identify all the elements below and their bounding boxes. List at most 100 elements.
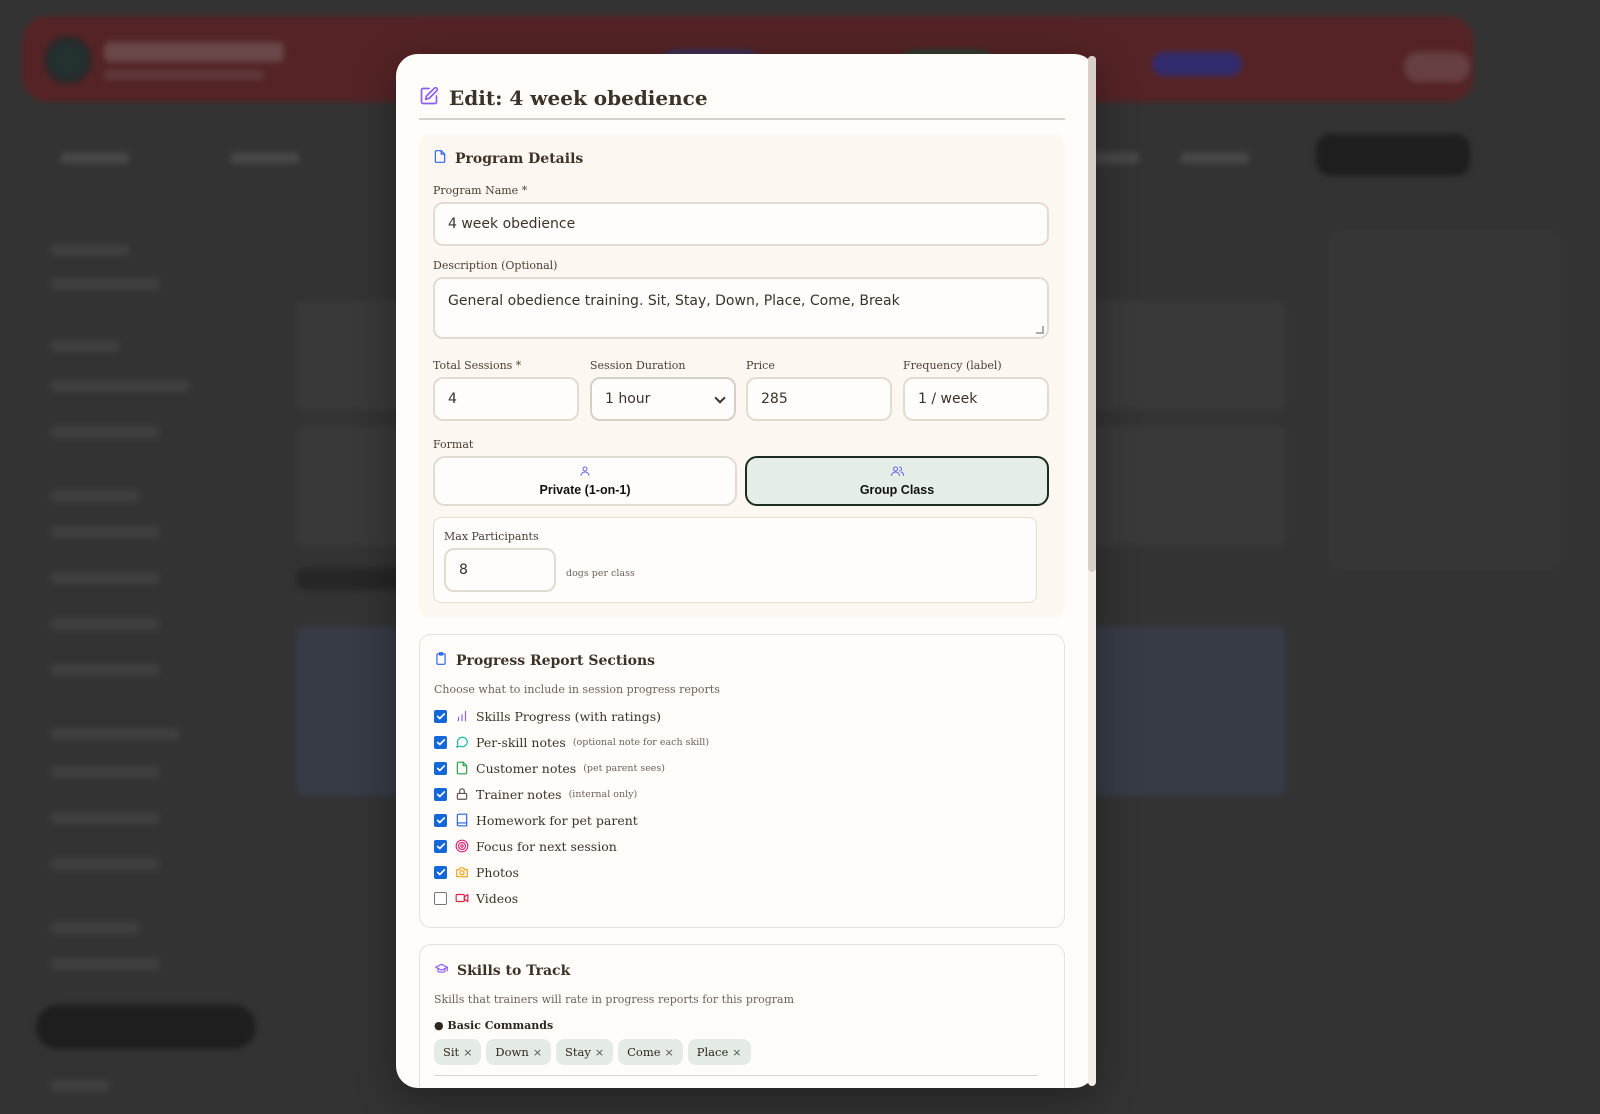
target-icon [455, 839, 469, 853]
skill-chip: Down × [486, 1039, 552, 1065]
program-details-header: Program Details [433, 149, 583, 168]
report-option-row[interactable]: Customer notes (pet parent sees) [434, 759, 665, 777]
program-name-input[interactable]: 4 week obedience [433, 202, 1049, 246]
section-title: Progress Report Sections [456, 652, 656, 669]
format-group-label: Group Class [859, 483, 935, 497]
price-label: Price [746, 359, 775, 372]
report-option-label: Focus for next session [476, 838, 617, 854]
camera-icon [455, 865, 469, 879]
report-option-label: Videos [476, 890, 519, 906]
skill-category-basic-commands: ● Basic Commands [434, 1019, 554, 1032]
checkbox[interactable] [434, 813, 447, 827]
report-option-row[interactable]: Homework for pet parent [434, 811, 638, 829]
section-title: Program Details [455, 150, 584, 167]
book-icon [455, 813, 469, 827]
checkbox[interactable] [434, 891, 447, 905]
report-option-row[interactable]: Skills Progress (with ratings) [434, 707, 661, 725]
title-divider [419, 118, 1065, 120]
skills-description: Skills that trainers will rate in progre… [434, 993, 795, 1006]
report-option-label: Customer notes [476, 760, 577, 776]
session-duration-value: 1 hour [605, 391, 651, 407]
report-option-row[interactable]: Trainer notes (internal only) [434, 785, 637, 803]
lock-icon [455, 787, 469, 801]
user-icon [579, 465, 591, 480]
close-icon[interactable]: × [665, 1046, 674, 1059]
skill-chip: Come × [618, 1039, 683, 1065]
close-icon[interactable]: × [595, 1046, 604, 1059]
max-participants-box: Max Participants 8 dogs per class [433, 517, 1037, 603]
bar-chart-icon [455, 709, 469, 723]
total-sessions-input[interactable]: 4 [433, 377, 579, 421]
checkbox[interactable] [434, 735, 447, 749]
max-participants-label: Max Participants [444, 530, 539, 543]
skills-header: Skills to Track [434, 961, 570, 980]
skill-chips: Sit × Down × Stay × Come × Place × [434, 1039, 751, 1065]
format-private-label: Private (1-on-1) [539, 483, 631, 497]
checkbox[interactable] [434, 709, 447, 723]
checkbox[interactable] [434, 761, 447, 775]
total-sessions-label: Total Sessions * [433, 359, 522, 372]
max-participants-hint: dogs per class [566, 568, 635, 579]
resize-handle[interactable] [1036, 326, 1044, 334]
report-option-label: Homework for pet parent [476, 812, 638, 828]
program-details-section: Program Details Program Name * 4 week ob… [419, 134, 1065, 618]
chevron-down-icon [714, 392, 726, 404]
chat-bubble-icon [455, 735, 469, 749]
edit-program-modal: Edit: 4 week obedience Program Details P… [396, 54, 1096, 1088]
program-name-label: Program Name * [433, 184, 528, 197]
edit-icon [419, 86, 439, 110]
report-option-label: Photos [476, 864, 519, 880]
skill-chip: Place × [687, 1039, 751, 1065]
frequency-label: Frequency (label) [903, 359, 1002, 372]
price-input[interactable]: 285 [746, 377, 892, 421]
session-duration-label: Session Duration [590, 359, 686, 372]
section-title: Skills to Track [457, 962, 571, 979]
progress-report-description: Choose what to include in session progre… [434, 683, 720, 696]
clipboard-icon [434, 651, 448, 670]
skills-divider [434, 1075, 1038, 1076]
document-icon [455, 761, 469, 775]
modal-scrollbar[interactable] [1088, 56, 1096, 1086]
skill-chip: Stay × [556, 1039, 614, 1065]
scrollbar-thumb[interactable] [1088, 56, 1096, 572]
report-option-label: Skills Progress (with ratings) [476, 708, 662, 724]
report-option-sub: (optional note for each skill) [572, 736, 710, 748]
description-textarea[interactable]: General obedience training. Sit, Stay, D… [433, 277, 1049, 339]
close-icon[interactable]: × [533, 1046, 542, 1059]
document-icon [433, 149, 447, 168]
video-icon [455, 891, 469, 905]
session-duration-select[interactable]: 1 hour [590, 377, 736, 421]
progress-report-header: Progress Report Sections [434, 651, 655, 670]
report-option-sub: (pet parent sees) [583, 762, 666, 774]
skill-chip-label: Come [627, 1045, 661, 1059]
checkbox[interactable] [434, 865, 447, 879]
skill-chip-label: Sit [443, 1045, 460, 1059]
report-option-row[interactable]: Per-skill notes (optional note for each s… [434, 733, 709, 751]
report-option-row[interactable]: Videos [434, 889, 518, 907]
skill-chip-label: Down [495, 1045, 529, 1059]
skills-section: Skills to Track Skills that trainers wil… [419, 944, 1065, 1088]
skill-chip-label: Place [696, 1045, 729, 1059]
close-icon[interactable]: × [463, 1046, 472, 1059]
progress-report-section: Progress Report Sections Choose what to … [419, 634, 1065, 928]
modal-header: Edit: 4 week obedience [419, 80, 708, 116]
format-group-button[interactable]: Group Class [745, 456, 1049, 506]
modal-title: Edit: 4 week obedience [449, 86, 708, 110]
report-option-row[interactable]: Photos [434, 863, 519, 881]
frequency-input[interactable]: 1 / week [903, 377, 1049, 421]
report-option-label: Per-skill notes [476, 734, 566, 750]
close-icon[interactable]: × [732, 1046, 741, 1059]
report-option-sub: (internal only) [568, 788, 638, 800]
description-text: General obedience training. Sit, Stay, D… [448, 293, 900, 309]
report-option-row[interactable]: Focus for next session [434, 837, 617, 855]
checkbox[interactable] [434, 839, 447, 853]
format-private-button[interactable]: Private (1-on-1) [433, 456, 737, 506]
skill-chip: Sit × [434, 1039, 482, 1065]
checkbox[interactable] [434, 787, 447, 801]
format-label: Format [433, 438, 474, 451]
max-participants-input[interactable]: 8 [444, 548, 556, 592]
graduation-cap-icon [434, 961, 449, 980]
skill-chip-label: Stay [565, 1045, 591, 1059]
description-label: Description (Optional) [433, 259, 558, 272]
report-option-label: Trainer notes [476, 786, 562, 802]
